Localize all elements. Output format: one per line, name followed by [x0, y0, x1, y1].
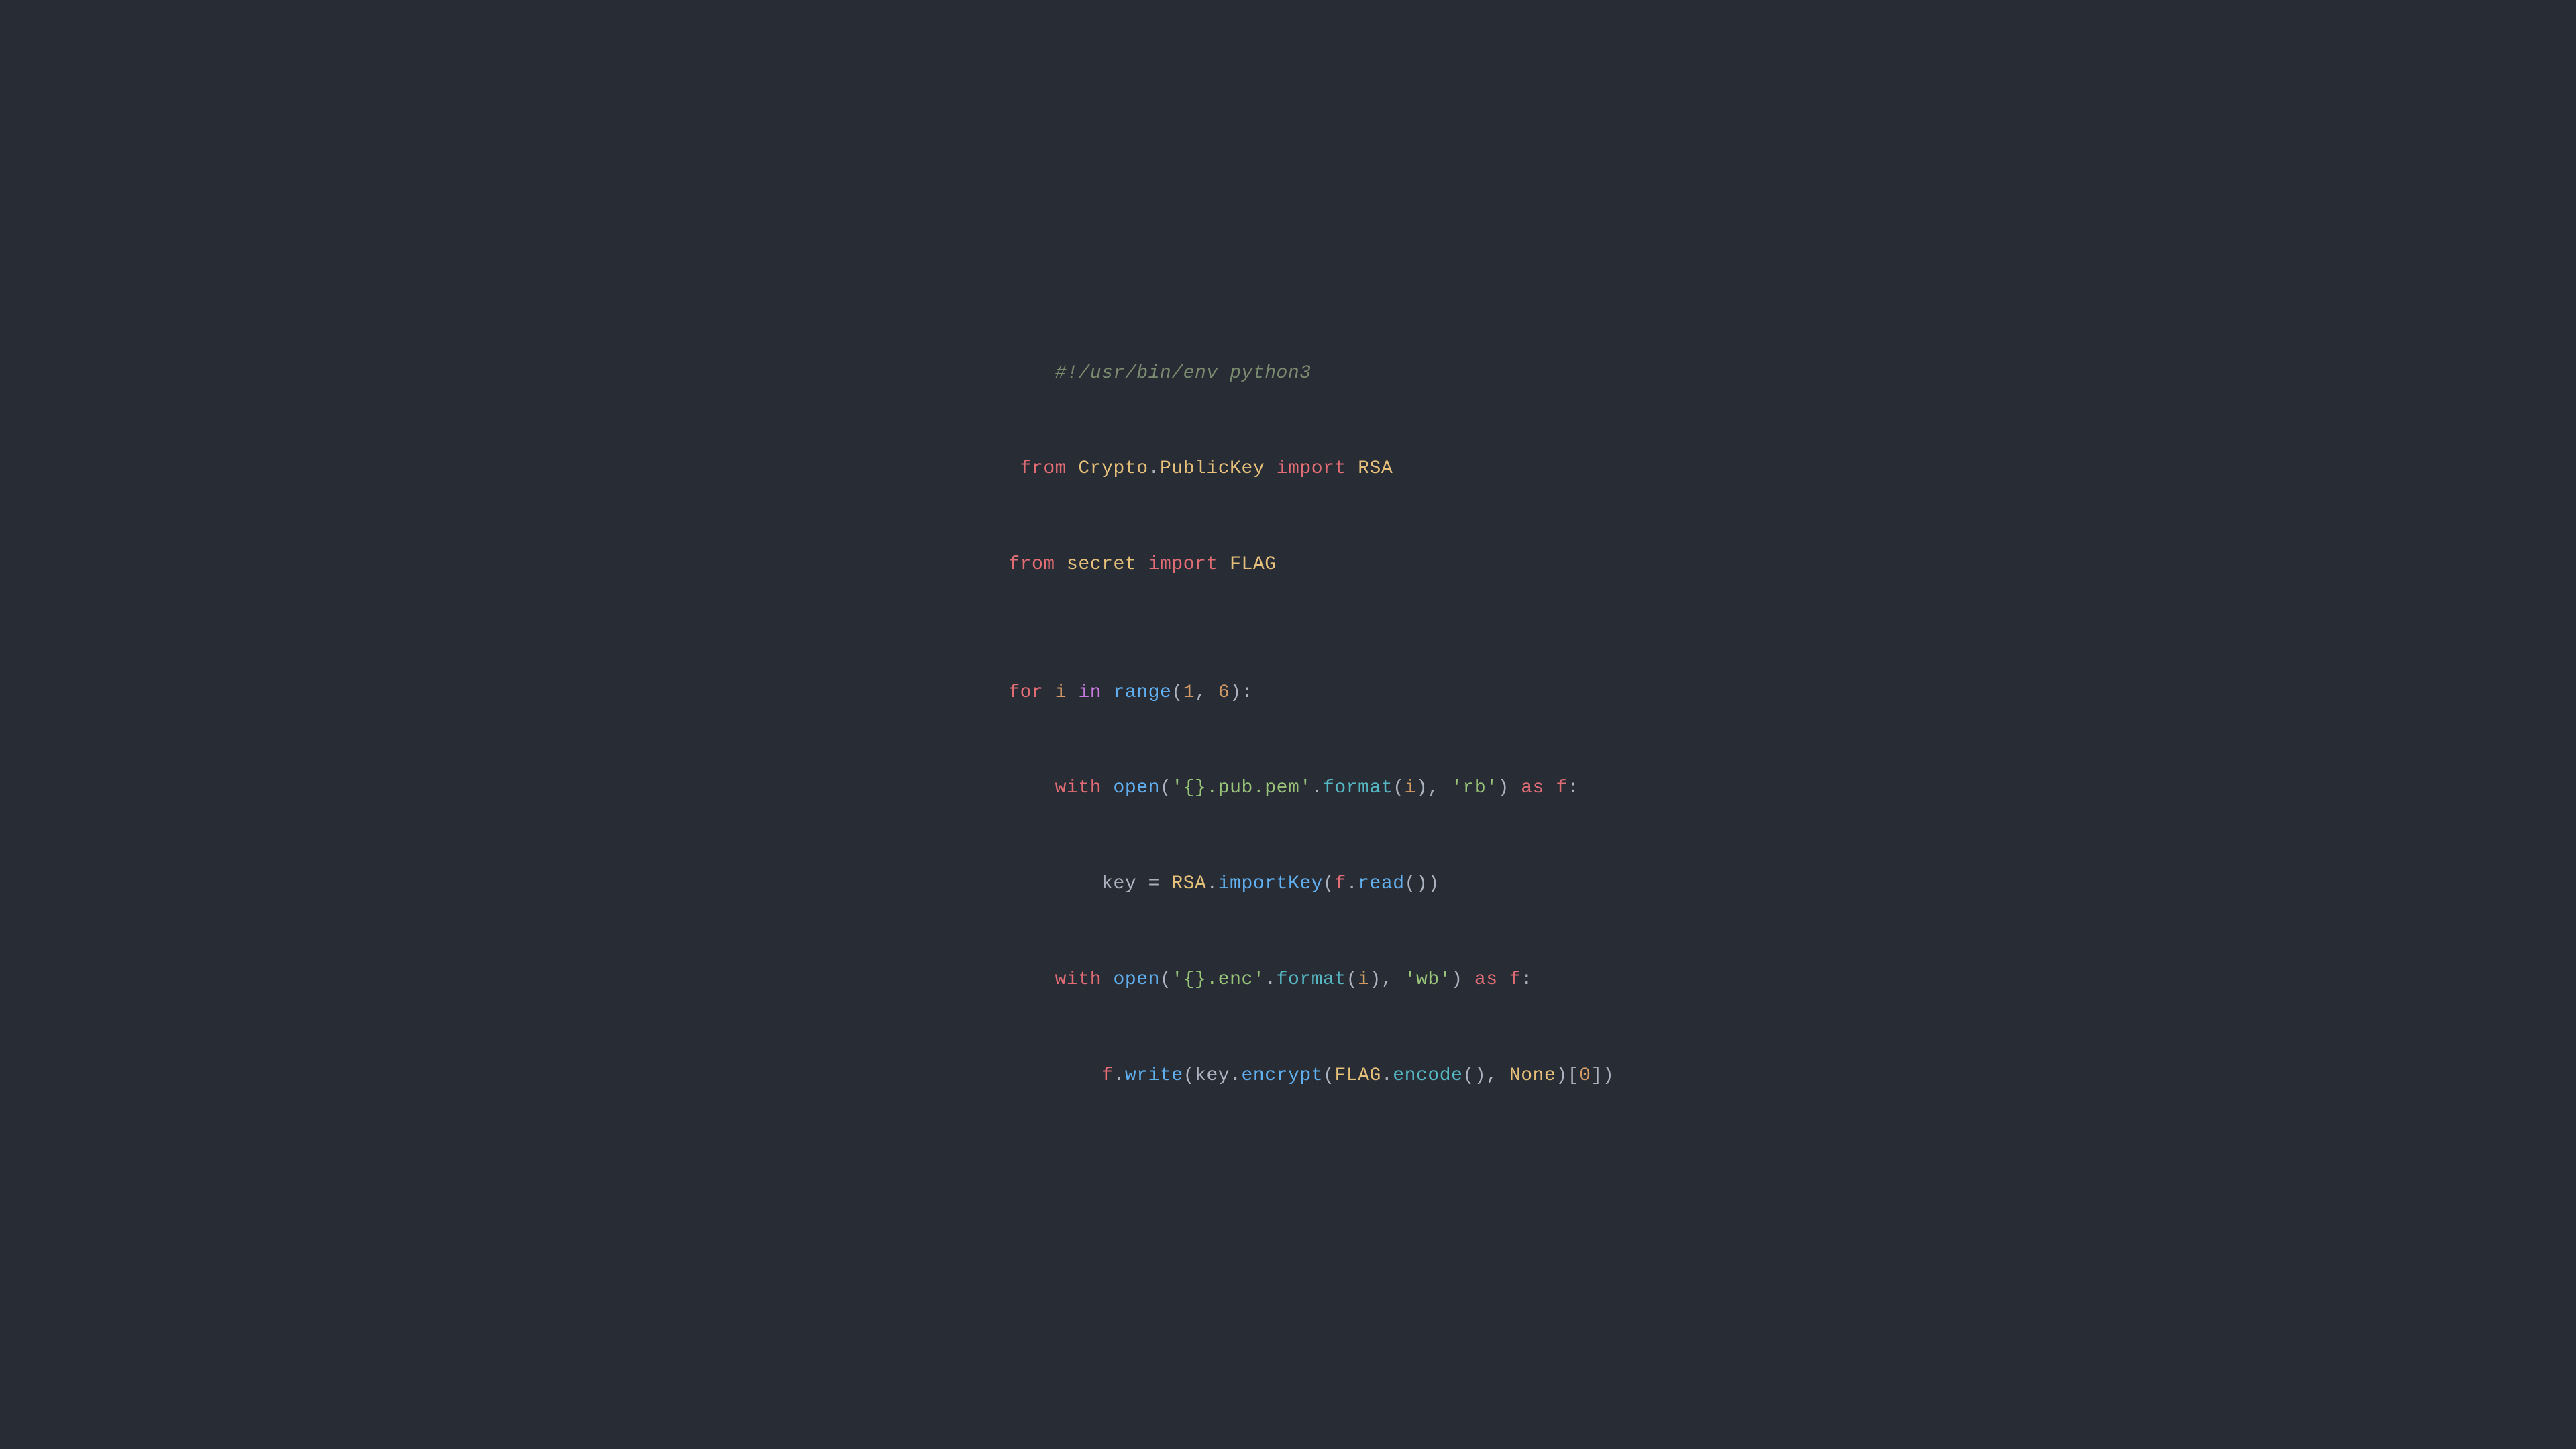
line-for: for i in range(1, 6):: [962, 645, 1614, 741]
line-key-assign: key = RSA.importKey(f.read()): [962, 837, 1614, 932]
code-block: #!/usr/bin/env python3 from Crypto.Publi…: [908, 285, 1668, 1164]
line-shebang: #!/usr/bin/env python3: [962, 325, 1614, 421]
line-with2: with open('{}.enc'.format(i), 'wb') as f…: [962, 932, 1614, 1028]
line-with1: with open('{}.pub.pem'.format(i), 'rb') …: [962, 741, 1614, 837]
line-write: f.write(key.encrypt(FLAG.encode(), None)…: [962, 1028, 1614, 1124]
line-import1: from Crypto.PublicKey import RSA: [962, 421, 1614, 517]
blank-line: [962, 612, 1614, 645]
line-import2: from secret import FLAG: [962, 517, 1614, 613]
